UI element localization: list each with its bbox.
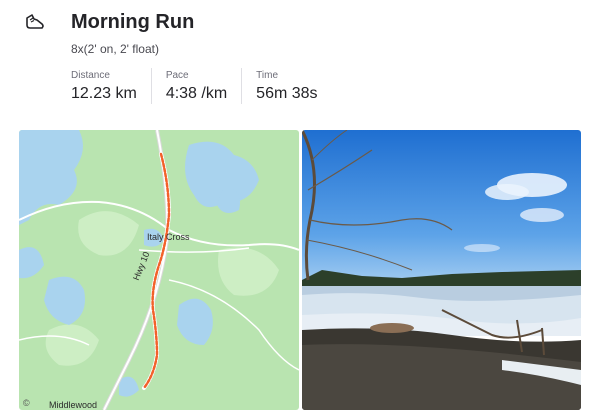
stat-label: Time — [256, 70, 279, 81]
route-map[interactable]: Italy Cross Hwy 10 Middlewood © — [19, 130, 299, 410]
stat-value: 56m 38s — [256, 85, 318, 102]
stat-value: 4:38 /km — [165, 85, 228, 102]
activity-description: 8x(2' on, 2' float) — [71, 42, 159, 56]
stat-distance: Distance 12.23 km — [71, 68, 152, 104]
stat-pace: Pace 4:38 /km — [165, 68, 243, 104]
map-place-label: Middlewood — [49, 400, 98, 410]
stat-label: Distance — [71, 70, 110, 81]
activity-media: Italy Cross Hwy 10 Middlewood © — [19, 130, 581, 410]
map-canvas — [19, 130, 299, 410]
stat-time: Time 56m 38s — [256, 68, 331, 104]
activity-photo[interactable] — [302, 130, 581, 410]
stats-row: Distance 12.23 km Pace 4:38 /km Time 56m… — [71, 68, 346, 104]
shoe-icon — [26, 14, 44, 29]
stat-label: Pace — [165, 70, 189, 81]
copyright-icon[interactable]: © — [23, 398, 30, 408]
stat-value: 12.23 km — [71, 85, 137, 102]
map-place-label: Italy Cross — [147, 232, 190, 242]
lake-photo — [302, 130, 581, 410]
activity-title[interactable]: Morning Run — [71, 11, 194, 34]
